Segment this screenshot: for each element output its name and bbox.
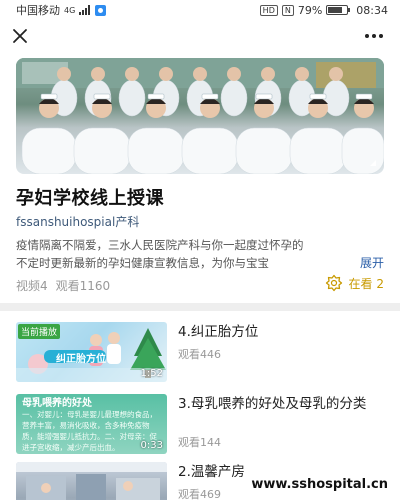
nurses-group-photo [16, 58, 384, 174]
duration: 0:33 [140, 440, 163, 451]
duration: 1:52 [140, 368, 163, 379]
course-description: 疫情隔离不隔爱，三水人民医院产科与你一起度过怀孕的 不定时更新最新的孕妇健康宣教… [16, 236, 384, 272]
episode-item[interactable]: 母乳喂养的好处 一、对婴儿：母乳是婴儿最理想的食品，营养丰富，易消化吸收，含多种… [16, 394, 384, 456]
carrier-label: 中国移动 [16, 4, 60, 17]
now-playing-badge: 当前播放 [18, 324, 61, 339]
thumbnail-illustration [16, 462, 167, 500]
course-title: 孕妇学校线上授课 [16, 188, 164, 209]
episode-thumbnail [16, 462, 167, 500]
section-divider [0, 303, 400, 311]
battery-icon [326, 5, 351, 15]
more-button[interactable] [362, 24, 386, 48]
network-type: 4G [64, 5, 76, 15]
clock: 08:34 [356, 3, 388, 17]
close-button[interactable] [8, 24, 32, 48]
view-count: 观看1160 [55, 279, 111, 293]
watching-button[interactable]: 在看 2 [325, 274, 384, 292]
watermark: www.sshospital.cn [249, 477, 390, 492]
episode-item[interactable]: 当前播放 纠正胎方位 1:52 4.纠正胎方位 观看446 [16, 322, 384, 384]
episode-title: 3.母乳喂养的好处及母乳的分类 [178, 396, 367, 412]
more-dot [372, 34, 376, 38]
course-source[interactable]: fssanshuihospial产科 [16, 213, 139, 230]
episode-views: 观看469 [178, 488, 221, 500]
status-bar: 中国移动 4G HD N 79% 08:34 [0, 0, 400, 20]
description-line-1: 疫情隔离不隔爱，三水人民医院产科与你一起度过怀孕的 [16, 238, 304, 252]
signal-icon [79, 5, 91, 15]
course-cover-image[interactable] [16, 58, 384, 174]
more-dot [379, 34, 383, 38]
watching-label: 在看 2 [348, 276, 384, 291]
course-stats: 视频4 观看1160 [16, 277, 110, 294]
video-count: 视频4 [16, 279, 48, 293]
nfc-icon: N [281, 4, 294, 16]
description-line-2-wrap: 不定时更新最新的孕妇健康宣教信息，为你与宝宝 展开 [16, 254, 384, 272]
thumbnail-caption: 纠正胎方位 [56, 354, 106, 365]
episode-thumbnail: 母乳喂养的好处 一、对婴儿：母乳是婴儿最理想的食品，营养丰富，易消化吸收，含多种… [16, 394, 167, 454]
close-icon [13, 29, 27, 43]
battery-fill [328, 7, 343, 13]
corner-arrow-icon [370, 160, 376, 166]
episode-views: 观看446 [178, 348, 221, 361]
wow-icon [325, 274, 342, 292]
top-nav [0, 22, 400, 50]
hd-indicator: HD [259, 4, 278, 16]
description-line-2: 不定时更新最新的孕妇健康宣教信息，为你与宝宝 [16, 256, 269, 270]
more-dots-icon [365, 34, 369, 38]
expand-button[interactable]: 展开 [337, 254, 384, 272]
thumbnail-caption: 母乳喂养的好处 [22, 398, 92, 409]
episode-views: 观看144 [178, 436, 221, 449]
app-notification-icon [95, 4, 107, 16]
battery-percent: 79% [297, 3, 323, 17]
episode-thumbnail: 当前播放 纠正胎方位 1:52 [16, 322, 167, 382]
episode-title: 4.纠正胎方位 [178, 324, 259, 340]
